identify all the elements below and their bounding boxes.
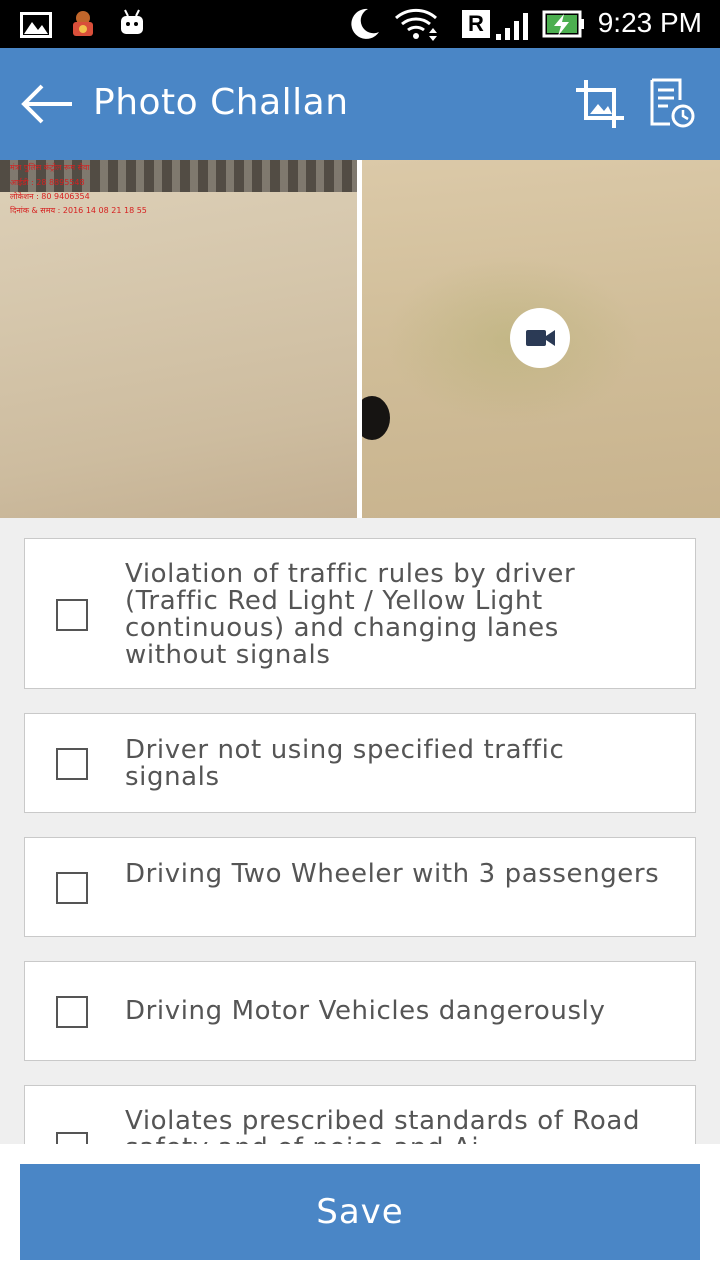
checkbox[interactable] [56, 1132, 88, 1144]
page-title: Photo Challan [93, 82, 349, 123]
violation-label: Driving Two Wheeler with 3 passengers [125, 859, 660, 889]
violation-label: Driving Motor Vehicles dangerously [125, 996, 606, 1026]
roaming-icon: R [462, 10, 490, 38]
signal-icon [496, 13, 528, 40]
photo-overlay-line-4: दिनांक & समय : 2016 14 08 21 18 55 [10, 206, 147, 215]
android-icon [121, 9, 143, 34]
battery-charging-icon [542, 10, 584, 38]
violation-label: Violation of traffic rules by driver (Tr… [125, 559, 576, 670]
photo-right[interactable] [362, 160, 720, 518]
status-time: 9:23 PM [597, 7, 702, 38]
app-bar: Photo Challan [0, 48, 720, 160]
checkbox[interactable] [56, 996, 88, 1028]
status-bar: R 9:23 PM [0, 0, 720, 48]
moon-icon [351, 8, 379, 39]
back-arrow-icon[interactable] [18, 78, 78, 130]
videocam-icon [526, 330, 555, 346]
photo-gallery: मंत्रा पुलिस कंट्रोल रूम सेवा आईडी : 28 … [0, 160, 720, 518]
history-icon[interactable] [648, 78, 696, 130]
photo-overlay-line-2: आईडी : 28 8895548 [10, 178, 85, 187]
violation-label: Driver not using specified traffic signa… [125, 735, 565, 792]
list-item[interactable]: Driving Two Wheeler with 3 passengers [24, 837, 696, 937]
play-video-button[interactable] [510, 308, 570, 368]
checkbox[interactable] [56, 748, 88, 780]
checkbox[interactable] [56, 872, 88, 904]
wifi-icon [395, 8, 437, 41]
list-item[interactable]: Violation of traffic rules by driver (Tr… [24, 538, 696, 689]
crop-icon[interactable] [574, 78, 626, 130]
save-button[interactable]: Save [20, 1164, 700, 1260]
bottom-bar: Save [0, 1144, 720, 1280]
violation-list[interactable]: Violation of traffic rules by driver (Tr… [0, 518, 720, 1144]
photo-object [362, 396, 390, 440]
list-item[interactable]: Driving Motor Vehicles dangerously [24, 961, 696, 1061]
violation-label: Violates prescribed standards of Road sa… [125, 1106, 641, 1145]
police-emblem-icon [73, 11, 93, 36]
gallery-icon [20, 12, 52, 38]
checkbox[interactable] [56, 599, 88, 631]
photo-left[interactable]: मंत्रा पुलिस कंट्रोल रूम सेवा आईडी : 28 … [0, 160, 357, 518]
photo-overlay-line-1: मंत्रा पुलिस कंट्रोल रूम सेवा [10, 163, 90, 172]
list-item[interactable]: Violates prescribed standards of Road sa… [24, 1085, 696, 1144]
list-item[interactable]: Driver not using specified traffic signa… [24, 713, 696, 813]
photo-overlay-line-3: लोकेशन : 80 9406354 [10, 192, 90, 201]
